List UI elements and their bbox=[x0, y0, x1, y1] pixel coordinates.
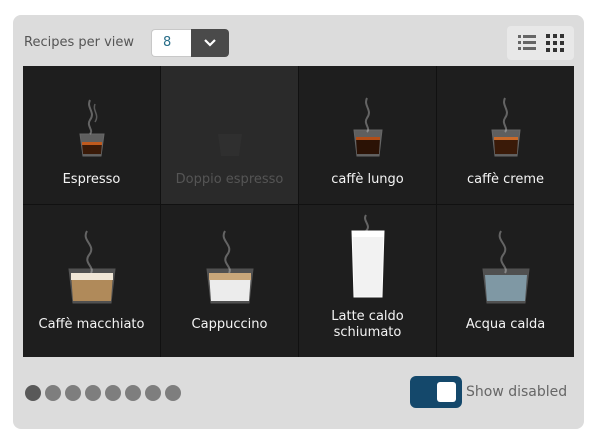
creme-cup-icon bbox=[490, 97, 521, 157]
recipe-name-line1: Latte caldo bbox=[331, 309, 404, 324]
recipe-name-line2: schiumato bbox=[333, 325, 402, 340]
recipe-name: caffè creme bbox=[466, 172, 545, 187]
page-dot[interactable] bbox=[105, 385, 121, 401]
show-disabled-toggle[interactable] bbox=[410, 376, 462, 408]
latte-glass-icon bbox=[350, 214, 385, 298]
chevron-down-icon bbox=[204, 39, 216, 47]
page-dot[interactable] bbox=[145, 385, 161, 401]
lungo-cup-icon bbox=[352, 97, 383, 157]
doppio-cup-icon bbox=[217, 134, 242, 156]
show-disabled-label: Show disabled bbox=[466, 384, 568, 400]
recipe-name: Acqua calda bbox=[465, 317, 546, 332]
pagination-dots bbox=[25, 385, 181, 401]
grid-view-icon[interactable] bbox=[546, 34, 564, 52]
recipe-name: Caffè macchiato bbox=[38, 317, 145, 332]
recipe-grid: Espresso Doppio espresso caffè lungo caf… bbox=[23, 66, 574, 357]
recipe-tile-espresso[interactable]: Espresso bbox=[23, 66, 160, 204]
page-dot[interactable] bbox=[45, 385, 61, 401]
recipe-name: Doppio espresso bbox=[175, 172, 284, 187]
hot-water-glass-icon bbox=[481, 230, 530, 304]
recipe-tile-doppio-espresso[interactable]: Doppio espresso bbox=[161, 66, 298, 204]
recipe-name: Espresso bbox=[62, 172, 121, 187]
toggle-knob bbox=[437, 382, 456, 402]
recipes-panel: Recipes per view 8 Espresso Doppio espre… bbox=[13, 15, 584, 429]
page-dot[interactable] bbox=[165, 385, 181, 401]
page-dot[interactable] bbox=[25, 385, 41, 401]
espresso-cup-icon bbox=[78, 99, 105, 157]
macchiato-glass-icon bbox=[67, 230, 116, 304]
recipes-per-view-dropdown-button[interactable] bbox=[191, 29, 229, 57]
view-mode-toggle bbox=[507, 26, 574, 60]
recipe-tile-cappuccino[interactable]: Cappuccino bbox=[161, 205, 298, 357]
recipe-name: Cappuccino bbox=[191, 317, 268, 332]
recipe-tile-caffe-macchiato[interactable]: Caffè macchiato bbox=[23, 205, 160, 357]
recipe-tile-latte-caldo-schiumato[interactable]: Latte caldo schiumato bbox=[299, 205, 436, 357]
cappuccino-cup-icon bbox=[205, 230, 254, 304]
page-dot[interactable] bbox=[125, 385, 141, 401]
page-dot[interactable] bbox=[65, 385, 81, 401]
recipe-tile-caffe-lungo[interactable]: caffè lungo bbox=[299, 66, 436, 204]
recipe-tile-caffe-creme[interactable]: caffè creme bbox=[437, 66, 574, 204]
page-dot[interactable] bbox=[85, 385, 101, 401]
recipes-per-view-label: Recipes per view bbox=[24, 35, 135, 50]
recipes-per-view-input[interactable]: 8 bbox=[151, 29, 191, 57]
recipe-name: caffè lungo bbox=[331, 172, 404, 187]
recipe-tile-acqua-calda[interactable]: Acqua calda bbox=[437, 205, 574, 357]
list-view-icon[interactable] bbox=[518, 34, 536, 52]
